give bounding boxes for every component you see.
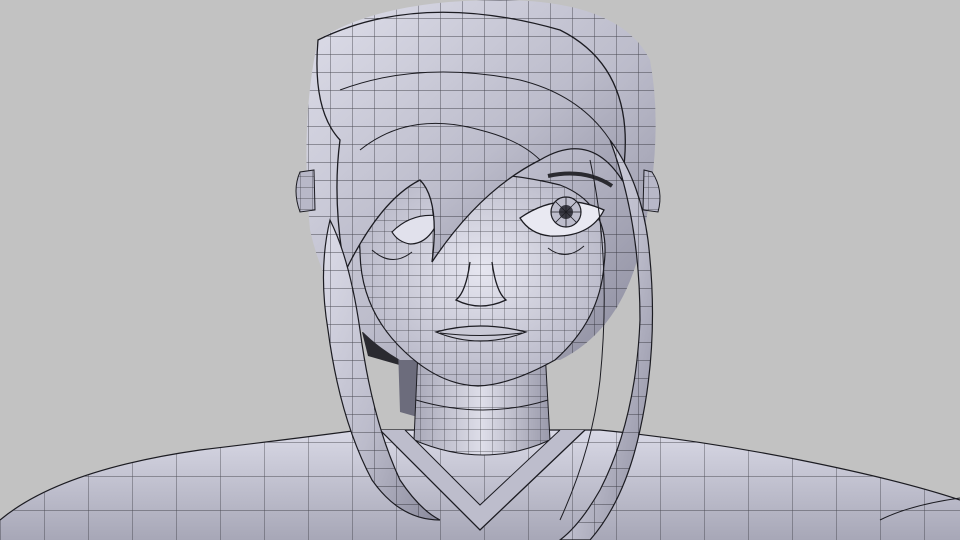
3d-viewport[interactable] bbox=[0, 0, 960, 540]
wireframe-character-mesh bbox=[0, 0, 960, 540]
ear-left-mesh bbox=[295, 169, 316, 213]
